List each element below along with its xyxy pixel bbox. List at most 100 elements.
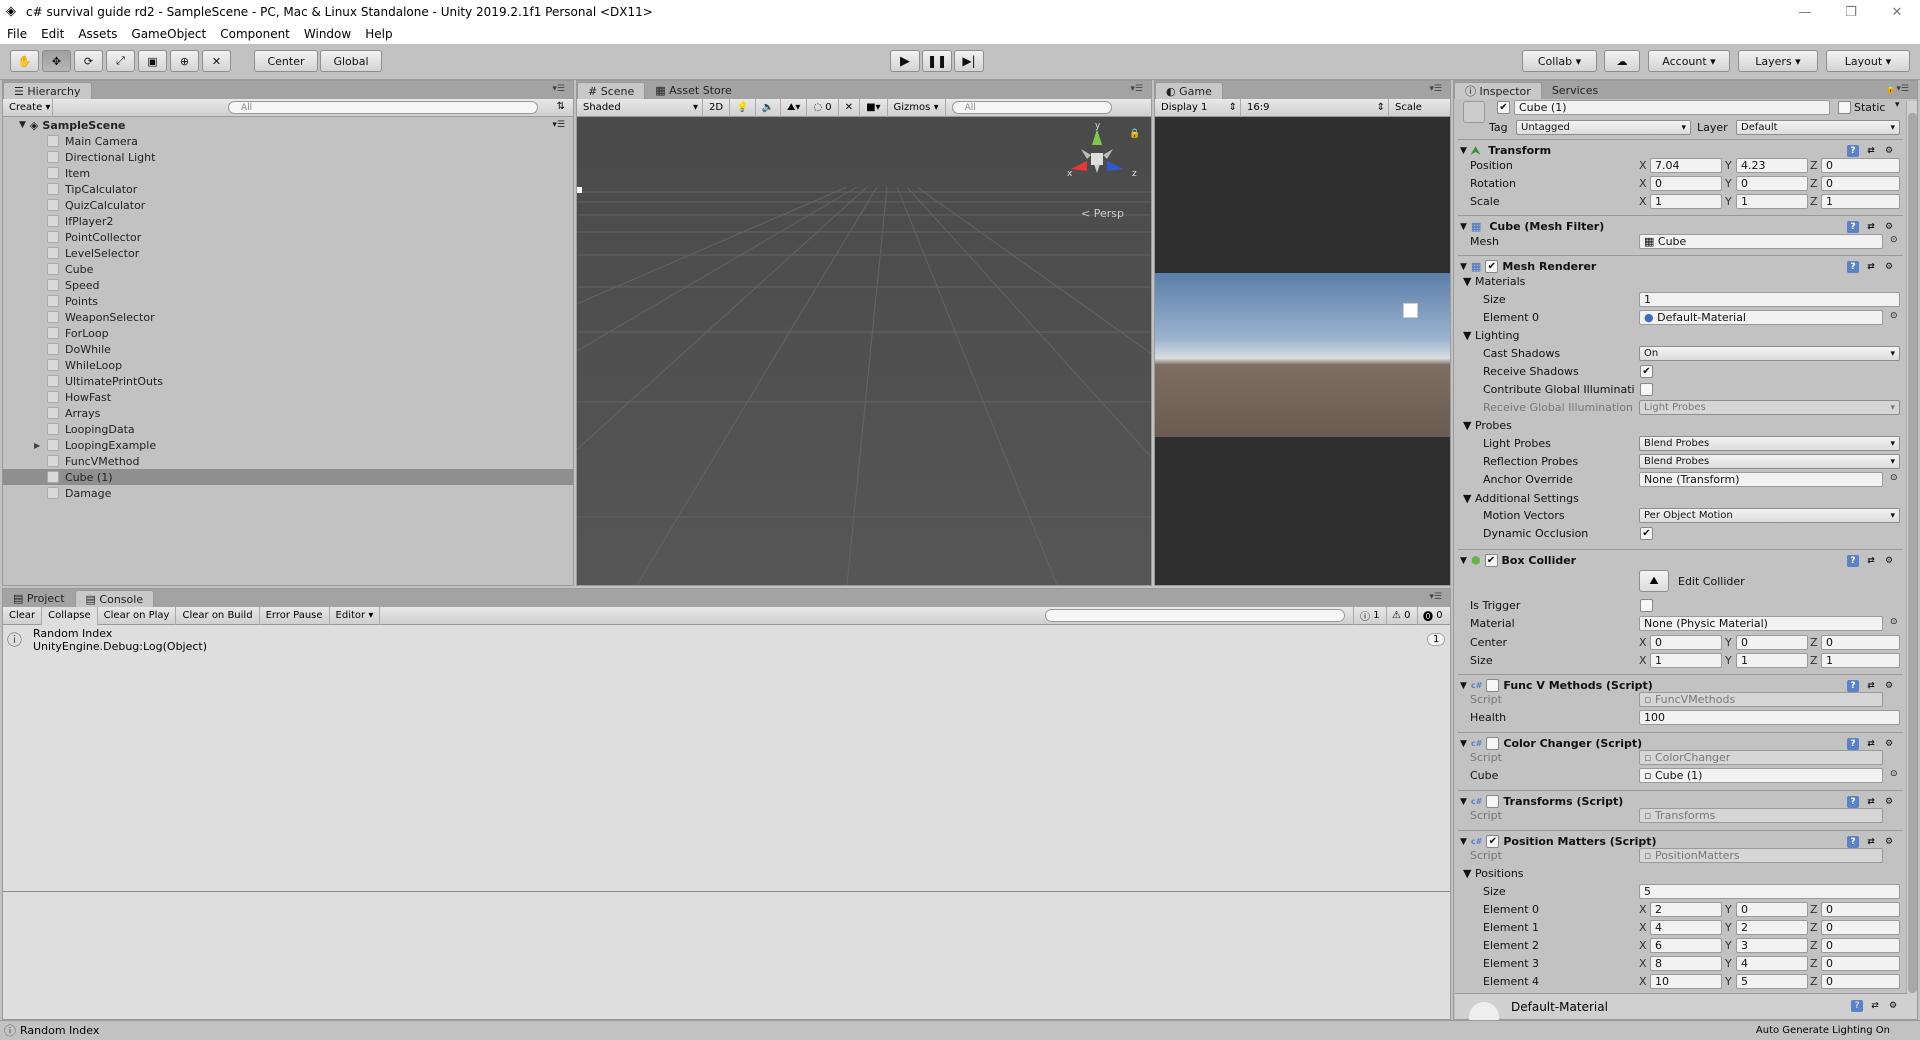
menu-edit[interactable]: Edit xyxy=(34,27,71,41)
help-icon[interactable]: ? xyxy=(1847,795,1859,808)
scene-search-input[interactable]: All xyxy=(951,101,1112,114)
settings-gear-icon[interactable]: ⚙ xyxy=(1883,221,1895,233)
collapse-arrow-icon[interactable]: ▼ xyxy=(1460,556,1467,566)
hierarchy-item[interactable]: QuizCalculator xyxy=(3,197,573,213)
collider-size-x-field[interactable]: 1 xyxy=(1650,653,1722,668)
transform-tool-icon[interactable]: ⊕ xyxy=(170,50,199,72)
position-element-x-field[interactable]: 8 xyxy=(1650,956,1722,971)
menu-component[interactable]: Component xyxy=(213,27,297,41)
scene-gizmo-icon[interactable] xyxy=(1059,125,1135,191)
hierarchy-item[interactable]: Directional Light xyxy=(3,149,573,165)
tab-project[interactable]: ▤ Project xyxy=(3,590,75,607)
expand-arrow-icon[interactable]: ▶ xyxy=(34,441,40,450)
position-element-z-field[interactable]: 0 xyxy=(1821,956,1900,971)
preset-icon[interactable]: ⇄ xyxy=(1865,555,1877,567)
settings-gear-icon[interactable]: ⚙ xyxy=(1887,1000,1899,1012)
settings-gear-icon[interactable]: ⚙ xyxy=(1883,796,1895,808)
menu-gameobject[interactable]: GameObject xyxy=(124,27,213,41)
position-element-y-field[interactable]: 0 xyxy=(1736,902,1808,917)
tools-icon[interactable]: ✕ xyxy=(839,98,861,117)
position-element-z-field[interactable]: 0 xyxy=(1821,902,1900,917)
position-element-z-field[interactable]: 0 xyxy=(1821,938,1900,953)
panel-menu-icon[interactable]: ▾☰ xyxy=(1130,84,1143,94)
collapse-arrow-icon[interactable]: ▼ xyxy=(1460,146,1467,156)
preset-icon[interactable]: ⇄ xyxy=(1865,680,1877,692)
scale-slider-label[interactable]: Scale xyxy=(1389,99,1428,117)
rotation-y-field[interactable]: 0 xyxy=(1736,176,1808,191)
status-message[interactable]: Random Index xyxy=(20,1024,99,1037)
position-x-field[interactable]: 7.04 xyxy=(1650,158,1722,173)
box-collider-header[interactable]: ▼ ⬢ ✔ Box Collider ? ⇄ ⚙ xyxy=(1458,549,1903,571)
position-element-x-field[interactable]: 2 xyxy=(1650,902,1722,917)
panel-menu-icon[interactable]: ▾☰ xyxy=(1429,84,1442,94)
position-element-z-field[interactable]: 0 xyxy=(1821,920,1900,935)
object-picker-icon[interactable]: ⊙ xyxy=(1890,311,1898,321)
scale-tool-icon[interactable]: ⤢ xyxy=(106,50,135,72)
expand-arrow-icon[interactable]: ▼ xyxy=(19,120,26,130)
help-icon[interactable]: ? xyxy=(1847,220,1859,233)
preset-icon[interactable]: ⇄ xyxy=(1865,796,1877,808)
hierarchy-item[interactable]: HowFast xyxy=(3,389,573,405)
position-element-x-field[interactable]: 10 xyxy=(1650,974,1722,989)
close-icon[interactable]: ✕ xyxy=(1874,0,1920,24)
help-icon[interactable]: ? xyxy=(1851,1000,1863,1012)
preset-icon[interactable]: ⇄ xyxy=(1865,145,1877,157)
position-z-field[interactable]: 0 xyxy=(1821,158,1900,173)
hierarchy-item[interactable]: Cube (1) xyxy=(3,469,573,485)
transforms-enabled-checkbox[interactable] xyxy=(1486,795,1500,808)
tab-inspector[interactable]: ⓘ Inspector xyxy=(1454,82,1542,99)
collider-material-field[interactable]: None (Physic Material) xyxy=(1639,616,1883,631)
hierarchy-item[interactable]: Main Camera xyxy=(3,133,573,149)
position-element-y-field[interactable]: 5 xyxy=(1736,974,1808,989)
rotate-tool-icon[interactable]: ⟳ xyxy=(74,50,103,72)
object-picker-icon[interactable]: ⊙ xyxy=(1890,769,1898,779)
game-viewport[interactable] xyxy=(1155,117,1450,585)
receive-shadows-checkbox[interactable]: ✔ xyxy=(1640,365,1653,378)
display-dropdown[interactable]: Display 1 ⇕ xyxy=(1155,98,1241,117)
menu-help[interactable]: Help xyxy=(358,27,399,41)
hierarchy-item[interactable]: Damage xyxy=(3,485,573,501)
object-picker-icon[interactable]: ⊙ xyxy=(1890,473,1898,483)
sort-icon[interactable]: ⇅ xyxy=(557,101,565,112)
position-element-x-field[interactable]: 6 xyxy=(1650,938,1722,953)
cube-ref-field[interactable]: ▫ Cube (1) xyxy=(1639,768,1883,783)
panel-menu-icon[interactable]: ▾☰ xyxy=(552,84,565,94)
preset-icon[interactable]: ⇄ xyxy=(1865,836,1877,848)
preset-icon[interactable]: ⇄ xyxy=(1865,261,1877,273)
hierarchy-item[interactable]: ▶ LoopingExample xyxy=(3,437,573,453)
toggle-2d-button[interactable]: 2D xyxy=(703,98,731,117)
panel-menu-icon[interactable]: 🔒▾☰ xyxy=(1885,84,1909,94)
info-count-toggle[interactable]: ⓘ 1 xyxy=(1353,606,1387,625)
scene-menu-icon[interactable]: ▾☰ xyxy=(552,120,565,130)
layers-dropdown[interactable]: Layers ▾ xyxy=(1738,50,1818,72)
object-picker-icon[interactable]: ⊙ xyxy=(1890,617,1898,627)
help-icon[interactable]: ? xyxy=(1847,835,1859,848)
help-icon[interactable]: ? xyxy=(1847,554,1859,567)
cast-shadows-dropdown[interactable]: On xyxy=(1639,346,1900,361)
pivot-global-button[interactable]: Global xyxy=(320,50,382,72)
hierarchy-item[interactable]: Cube xyxy=(3,261,573,277)
object-name-field[interactable]: Cube (1) xyxy=(1514,100,1830,115)
help-icon[interactable]: ? xyxy=(1847,260,1859,273)
hierarchy-search-input[interactable]: All xyxy=(228,101,538,114)
warning-count-toggle[interactable]: ⚠ 0 xyxy=(1386,606,1418,625)
account-dropdown[interactable]: Account ▾ xyxy=(1648,50,1730,72)
effects-dropdown-icon[interactable]: ⛰▾ xyxy=(781,98,808,117)
scale-x-field[interactable]: 1 xyxy=(1650,194,1722,209)
reflection-probes-dropdown[interactable]: Blend Probes xyxy=(1639,454,1900,469)
hierarchy-item[interactable]: Arrays xyxy=(3,405,573,421)
settings-gear-icon[interactable]: ⚙ xyxy=(1883,261,1895,273)
motion-vectors-dropdown[interactable]: Per Object Motion xyxy=(1639,508,1900,523)
tab-services[interactable]: Services xyxy=(1542,82,1608,99)
play-button[interactable]: ▶ xyxy=(890,50,920,72)
help-icon[interactable]: ? xyxy=(1847,679,1859,692)
hierarchy-item[interactable]: FuncVMethod xyxy=(3,453,573,469)
positions-size-field[interactable]: 5 xyxy=(1639,884,1900,899)
hierarchy-item[interactable]: LoopingData xyxy=(3,421,573,437)
probes-section[interactable]: ▼ Probes xyxy=(1463,419,1512,432)
position-element-y-field[interactable]: 4 xyxy=(1736,956,1808,971)
collider-size-z-field[interactable]: 1 xyxy=(1821,653,1900,668)
lock-icon[interactable]: 🔒 xyxy=(1129,129,1140,139)
dynamic-occlusion-checkbox[interactable]: ✔ xyxy=(1640,527,1653,540)
preset-icon[interactable]: ⇄ xyxy=(1865,221,1877,233)
